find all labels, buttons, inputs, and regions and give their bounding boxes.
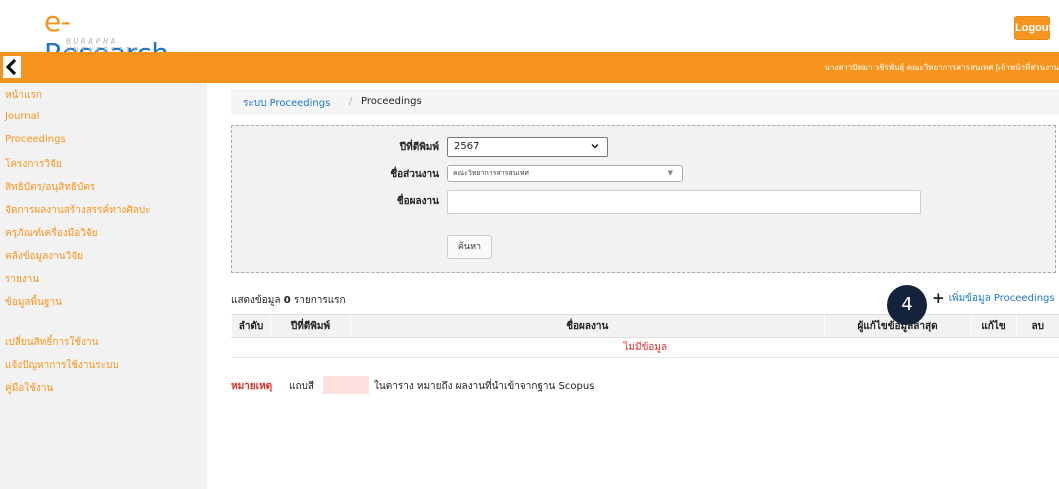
user-info: นางสาวปัทมา วชิรพันธุ์ คณะวิทยาการสารสนเ… — [824, 63, 1059, 72]
breadcrumb-current: Proceedings — [361, 96, 422, 107]
column-header-year: ปีที่ตีพิมพ์ — [269, 314, 351, 338]
result-count-suffix: รายการแรก — [293, 295, 346, 306]
scopus-color-swatch — [323, 376, 369, 394]
sidebar: หน้าแรก Journal Proceedings โครงการวิจัย… — [0, 83, 207, 489]
year-select[interactable]: 2567 — [447, 137, 608, 157]
sidebar-item-research-repository[interactable]: คลังข้อมูลงานวิจัย — [5, 249, 83, 264]
department-select[interactable]: คณะวิทยาการสารสนเทศ ▼ — [447, 165, 683, 182]
sidebar-item-journal[interactable]: Journal — [5, 111, 40, 122]
work-name-label: ชื่อผลงาน — [396, 196, 439, 207]
sidebar-item-creative-works[interactable]: จัดการผลงานสร้างสรรค์ทางศิลปะ — [5, 203, 151, 218]
result-count-number: 0 — [283, 295, 291, 306]
sidebar-item-research-equipment[interactable]: ครุภัณฑ์เครื่องมือวิจัย — [5, 226, 98, 241]
user-bar: นางสาวปัทมา วชิรพันธุ์ คณะวิทยาการสารสนเ… — [0, 52, 1059, 83]
add-proceedings-link[interactable]: + เพิ่มข้อมูล Proceedings — [932, 291, 1055, 306]
column-header-edit: แก้ไข — [970, 314, 1016, 338]
column-header-delete: ลบ — [1015, 314, 1059, 338]
column-header-number: ลำดับ — [231, 314, 271, 338]
breadcrumb-parent-link[interactable]: ระบบ Proceedings — [243, 96, 330, 111]
search-panel: ปีที่ตีพิมพ์ 2567 ชื่อส่วนงาน คณะวิทยากา… — [231, 125, 1056, 273]
add-proceedings-label: เพิ่มข้อมูล Proceedings — [948, 293, 1055, 304]
results-table: ลำดับ ปีที่ตีพิมพ์ ชื่อผลงาน ผู้แก้ไขข้อ… — [231, 314, 1059, 358]
sidebar-item-manual[interactable]: คู่มือใช้งาน — [5, 381, 53, 396]
caret-down-icon: ▼ — [667, 169, 673, 177]
year-label: ปีที่ตีพิมพ์ — [399, 142, 439, 153]
table-row: ไม่มีข้อมูล — [231, 337, 1059, 358]
sidebar-item-report-problem[interactable]: แจ้งปัญหาการใช้งานระบบ — [5, 358, 119, 373]
plus-icon: + — [932, 289, 945, 307]
logout-button[interactable]: Logout — [1014, 16, 1052, 40]
note-post-text: ในตาราง หมายถึง ผลงานที่นำเข้าจากฐาน Sco… — [374, 381, 595, 392]
collapse-sidebar-icon[interactable] — [3, 56, 21, 78]
logo-prefix: e- — [44, 5, 71, 38]
step-number-badge: 4 — [887, 285, 927, 325]
chevron-down-icon — [591, 143, 599, 149]
e-research-logo[interactable]: e-Research BURAPHA UNIVERSITY — [44, 5, 194, 70]
sidebar-item-patents[interactable]: สิทธิบัตร/อนุสิทธิบัตร — [5, 180, 95, 195]
sidebar-item-change-role[interactable]: เปลี่ยนสิทธิ์การใช้งาน — [5, 335, 98, 350]
result-count-prefix: แสดงข้อมูล — [231, 295, 281, 306]
sidebar-item-research-projects[interactable]: โครงการวิจัย — [5, 157, 62, 172]
result-count: แสดงข้อมูล 0 รายการแรก — [231, 293, 346, 308]
table-header-row: ลำดับ ปีที่ตีพิมพ์ ชื่อผลงาน ผู้แก้ไขข้อ… — [231, 314, 1059, 338]
search-button[interactable]: ค้นหา — [447, 235, 492, 259]
department-label: ชื่อส่วนงาน — [390, 169, 439, 180]
work-name-input[interactable] — [447, 190, 921, 214]
breadcrumb: ระบบ Proceedings / Proceedings — [231, 89, 1059, 115]
sidebar-item-home[interactable]: หน้าแรก — [5, 88, 42, 103]
sidebar-item-basic-data[interactable]: ข้อมูลพื้นฐาน — [5, 295, 62, 310]
note-pre-text: แถบสี — [289, 381, 314, 392]
sidebar-item-reports[interactable]: รายงาน — [5, 272, 39, 287]
top-header: e-Research BURAPHA UNIVERSITY Logout — [0, 0, 1059, 70]
breadcrumb-separator: / — [349, 96, 353, 107]
note-label: หมายเหตุ — [231, 381, 273, 392]
no-data-message: ไม่มีข้อมูล — [231, 337, 1059, 358]
year-select-value: 2567 — [454, 141, 480, 152]
department-select-value: คณะวิทยาการสารสนเทศ — [453, 169, 529, 177]
column-header-work-name: ชื่อผลงาน — [349, 314, 825, 338]
sidebar-item-proceedings[interactable]: Proceedings — [5, 134, 66, 145]
